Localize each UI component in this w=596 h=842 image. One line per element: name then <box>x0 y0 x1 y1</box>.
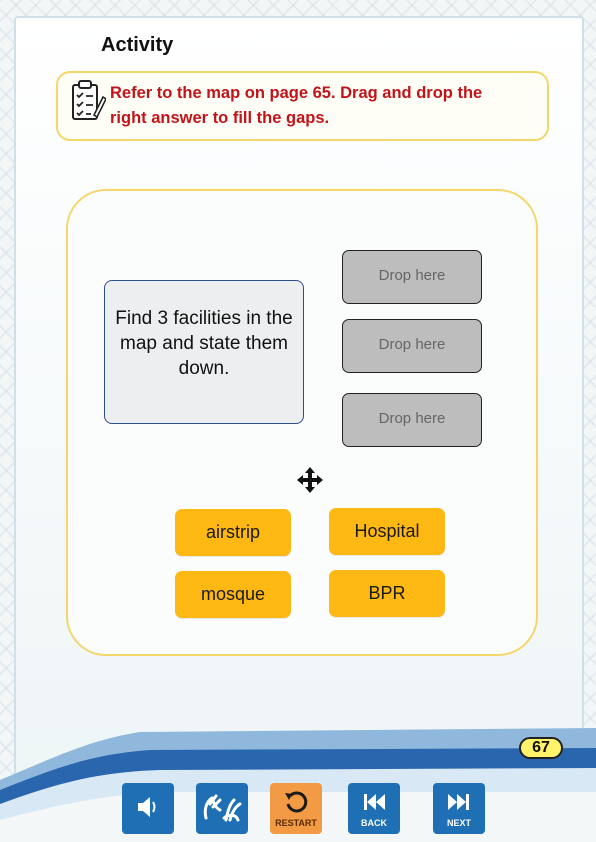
checklist-clipboard-icon <box>72 80 106 120</box>
instruction-line-2: right answer to fill the gaps. <box>110 109 330 127</box>
page-number-badge: 67 <box>519 737 563 759</box>
restart-label: RESTART <box>275 818 317 828</box>
audio-button[interactable] <box>122 783 174 834</box>
instruction-line-1: Refer to the map on page 65. Drag and dr… <box>110 84 483 102</box>
restart-button[interactable]: RESTART <box>270 783 322 834</box>
question-line-2: map and state them <box>120 333 288 354</box>
drop-zone-1[interactable]: Drop here <box>342 250 482 304</box>
sign-language-button[interactable] <box>196 783 248 834</box>
speaker-icon <box>138 797 156 817</box>
drop-zone-2[interactable]: Drop here <box>342 319 482 373</box>
next-button[interactable]: NEXT <box>433 783 485 834</box>
move-arrows-icon[interactable] <box>296 466 324 494</box>
option-airstrip[interactable]: airstrip <box>175 509 291 556</box>
instruction-box: Refer to the map on page 65. Drag and dr… <box>56 71 549 141</box>
option-hospital[interactable]: Hospital <box>329 508 445 555</box>
sign-language-icon <box>203 794 242 822</box>
skip-back-icon <box>364 794 385 810</box>
drop-zone-3[interactable]: Drop here <box>342 393 482 447</box>
restart-icon <box>285 791 308 813</box>
next-label: NEXT <box>446 818 471 828</box>
activity-title: Activity <box>101 34 174 56</box>
skip-next-icon <box>448 794 469 810</box>
back-button[interactable]: BACK <box>348 783 400 834</box>
option-bpr[interactable]: BPR <box>329 570 445 617</box>
question-line-1: Find 3 facilities in the <box>115 308 293 329</box>
back-label: BACK <box>361 818 387 828</box>
question-line-3: down. <box>178 358 230 379</box>
question-card: Find 3 facilities in the map and state t… <box>104 280 304 424</box>
option-mosque[interactable]: mosque <box>175 571 291 618</box>
instruction-text: Refer to the map on page 65. Drag and dr… <box>110 81 530 131</box>
